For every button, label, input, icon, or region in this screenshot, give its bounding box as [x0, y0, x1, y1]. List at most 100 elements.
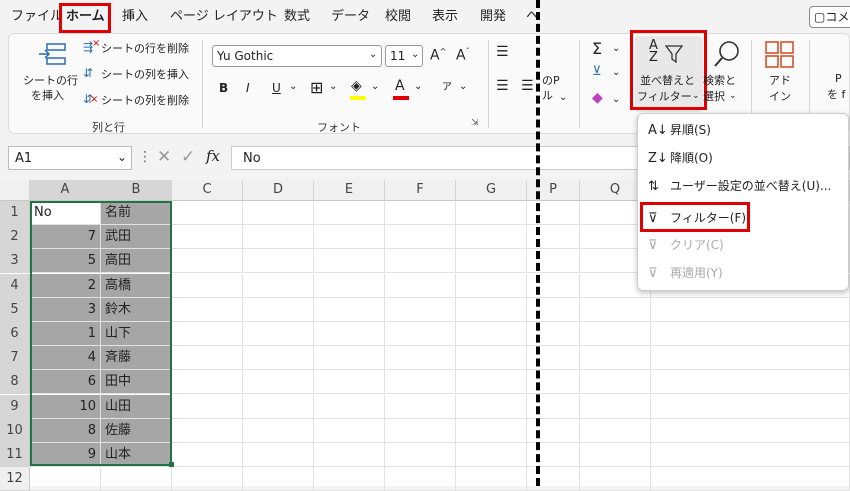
cell-a2[interactable]: 7	[30, 225, 101, 250]
column-header-c[interactable]: C	[172, 180, 243, 201]
menu-data[interactable]: データ	[331, 9, 370, 25]
cell-empty[interactable]	[243, 443, 314, 467]
cell-b7[interactable]: 斉藤	[101, 346, 172, 371]
cell-empty[interactable]	[243, 370, 314, 395]
cell-empty[interactable]	[385, 418, 456, 443]
cell-empty[interactable]	[651, 418, 850, 443]
cell-empty[interactable]	[580, 443, 651, 467]
row-header-1[interactable]: 1	[0, 201, 30, 225]
fill-down-icon[interactable]: ⊻	[592, 64, 602, 79]
cell-empty[interactable]	[527, 346, 580, 371]
cell-empty[interactable]	[172, 394, 243, 419]
cell-empty[interactable]	[243, 273, 314, 298]
cell-empty[interactable]	[172, 273, 243, 298]
check-icon[interactable]: ✓	[181, 147, 195, 167]
cell-empty[interactable]	[172, 297, 243, 322]
name-box[interactable]: A1 ⌄	[8, 146, 132, 170]
cell-empty[interactable]	[456, 346, 527, 371]
cell-a10[interactable]: 8	[30, 418, 101, 443]
cell-empty[interactable]	[314, 225, 385, 250]
cell-empty[interactable]	[243, 225, 314, 250]
cell-a1[interactable]: No	[30, 201, 101, 225]
row-header-5[interactable]: 5	[0, 297, 30, 322]
chevron-down-icon[interactable]: ⌄	[289, 81, 297, 92]
cancel-icon[interactable]: ✕	[157, 147, 171, 167]
insert-row-button[interactable]: シートの行 を挿入	[23, 40, 83, 112]
cell-empty[interactable]	[385, 201, 456, 225]
row-header-8[interactable]: 8	[0, 370, 30, 395]
cell-empty[interactable]	[580, 297, 651, 322]
select-all-corner[interactable]	[0, 180, 30, 201]
addins-button[interactable]: アド イン	[759, 36, 801, 112]
cell-empty[interactable]	[527, 273, 580, 298]
cell-empty[interactable]	[243, 322, 314, 346]
cell-empty[interactable]	[456, 322, 527, 346]
cell-empty[interactable]	[456, 225, 527, 250]
cell-empty[interactable]	[314, 297, 385, 322]
cell-empty[interactable]	[314, 370, 385, 395]
cell-empty[interactable]	[385, 467, 456, 491]
cell-empty[interactable]	[456, 467, 527, 491]
menu-file[interactable]: ファイル	[11, 9, 63, 25]
cell-empty[interactable]	[243, 418, 314, 443]
row-header-3[interactable]: 3	[0, 249, 30, 274]
cell-empty[interactable]	[172, 370, 243, 395]
align-left-icon[interactable]: ☰	[496, 78, 509, 94]
chevron-down-icon[interactable]: ⌄	[612, 43, 620, 54]
cell-a6[interactable]: 1	[30, 322, 101, 346]
cell-b6[interactable]: 山下	[101, 322, 172, 346]
row-header-7[interactable]: 7	[0, 346, 30, 371]
cell-empty[interactable]	[243, 394, 314, 419]
cell-a11[interactable]: 9	[30, 443, 101, 467]
fill-color-icon[interactable]: ◈	[351, 78, 362, 94]
cell-empty[interactable]	[651, 297, 850, 322]
cell-a3[interactable]: 5	[30, 249, 101, 274]
align-center-icon[interactable]: ☰	[521, 78, 534, 94]
cell-empty[interactable]	[314, 249, 385, 274]
cell-empty[interactable]	[456, 249, 527, 274]
cell-empty[interactable]	[243, 346, 314, 371]
cell-b11[interactable]: 山本	[101, 443, 172, 467]
cell-empty[interactable]	[527, 418, 580, 443]
row-header-10[interactable]: 10	[0, 418, 30, 443]
row-header-6[interactable]: 6	[0, 322, 30, 346]
font-color-icon[interactable]: A	[395, 78, 405, 94]
cell-empty[interactable]	[527, 225, 580, 250]
cell-a7[interactable]: 4	[30, 346, 101, 371]
column-header-f[interactable]: F	[385, 180, 456, 201]
cell-empty[interactable]	[456, 201, 527, 225]
cell-empty[interactable]	[651, 370, 850, 395]
cell-empty[interactable]	[456, 443, 527, 467]
insert-col-button[interactable]: ⇵ シートの列を挿入	[83, 66, 198, 84]
cell-b2[interactable]: 武田	[101, 225, 172, 250]
cell-b5[interactable]: 鈴木	[101, 297, 172, 322]
chevron-down-icon[interactable]: ⌄	[329, 81, 337, 92]
cell-a9[interactable]: 10	[30, 394, 101, 419]
cell-a12[interactable]	[30, 467, 101, 491]
grow-font-button[interactable]: A^	[430, 47, 446, 64]
cell-b8[interactable]: 田中	[101, 370, 172, 395]
autosum-icon[interactable]: Σ	[592, 39, 602, 58]
cell-empty[interactable]	[651, 346, 850, 371]
fill-handle[interactable]	[169, 462, 174, 467]
cell-empty[interactable]	[456, 418, 527, 443]
cell-b1[interactable]: 名前	[101, 201, 172, 225]
align-top-icon[interactable]: ☰	[496, 44, 509, 60]
column-header-a[interactable]: A	[30, 180, 101, 201]
font-size-select[interactable]: 11 ⌄	[385, 45, 423, 67]
cell-empty[interactable]	[172, 322, 243, 346]
cell-empty[interactable]	[314, 273, 385, 298]
menu-developer[interactable]: 開発	[480, 9, 506, 25]
cell-empty[interactable]	[527, 322, 580, 346]
cell-empty[interactable]	[385, 394, 456, 419]
cell-empty[interactable]	[385, 346, 456, 371]
cell-b10[interactable]: 佐藤	[101, 418, 172, 443]
menu-view[interactable]: 表示	[432, 9, 458, 25]
cell-empty[interactable]	[580, 370, 651, 395]
cell-empty[interactable]	[172, 225, 243, 250]
cell-empty[interactable]	[580, 418, 651, 443]
dropdown-item-sort-descending[interactable]: Z↓ 降順(O)	[648, 146, 843, 170]
cell-empty[interactable]	[243, 249, 314, 274]
cell-empty[interactable]	[243, 297, 314, 322]
function-icon[interactable]: fx	[206, 147, 220, 165]
